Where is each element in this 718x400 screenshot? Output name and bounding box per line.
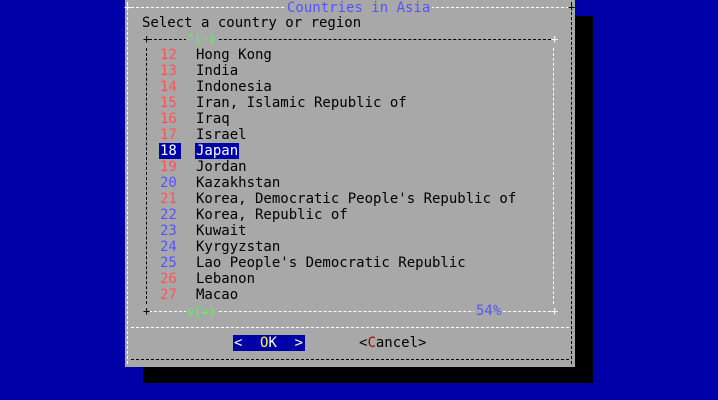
list-item-label: Lebanon [196,271,256,287]
list-item-number: 25 [160,255,177,271]
listbox-corner-tr: + [551,32,559,46]
cancel-button-hotkey: C [367,335,376,351]
listbox-corner-tl: + [143,32,151,46]
list-item-label: Korea, Democratic People's Republic of [196,191,517,207]
list-item-number: 19 [160,159,177,175]
listbox-left-border [146,48,147,304]
list-item-label: India [196,63,239,79]
dialog-right-border [571,2,572,364]
list-item[interactable]: 16 Iraq [160,111,550,127]
list-item-number: 22 [160,207,177,223]
list-item-number: 27 [160,287,177,303]
list-item[interactable]: 25 Lao People's Democratic Republic [160,255,550,271]
list-item-number: 13 [160,63,177,79]
list-item-selected[interactable]: 18 Japan [159,143,550,159]
ok-button-label: OK [260,335,277,351]
list-item[interactable]: 21 Korea, Democratic People's Republic of [160,191,550,207]
list-item-label: Iraq [196,111,230,127]
list-item-number: 21 [160,191,177,207]
scroll-down-indicator[interactable]: v(+) [186,304,217,320]
listbox-corner-br: + [551,304,559,318]
list-item-label: Korea, Republic of [196,207,348,223]
list-item[interactable]: 20 Kazakhstan [160,175,550,191]
scroll-up-indicator[interactable]: ^(-) [186,31,217,47]
cancel-button-label-rest: ancel [375,335,419,351]
list-item[interactable]: 15 Iran, Islamic Republic of [160,95,550,111]
list-item-label: Lao People's Democratic Republic [196,255,466,271]
list-item-label: Japan [195,143,240,159]
list-item[interactable]: 12 Hong Kong [160,47,550,63]
list-item-number: 24 [160,239,177,255]
list-item-label: Macao [196,287,239,303]
list-item-number: 20 [160,175,177,191]
dialog-bottom-border [131,359,569,360]
list-item[interactable]: 26 Lebanon [160,271,550,287]
dialog-prompt: Select a country or region [142,15,362,31]
list-item-number: 16 [160,111,177,127]
list-item[interactable]: 17 Israel [160,127,550,143]
list-item[interactable]: 23 Kuwait [160,223,550,239]
list-item-label: Jordan [196,159,247,175]
cancel-button[interactable]: <Cancel> [359,335,426,351]
ok-button[interactable]: < OK > [233,335,305,351]
list-item[interactable]: 27 Macao [160,287,550,303]
list-item[interactable]: 19 Jordan [160,159,550,175]
scroll-percent: 54% [474,303,504,319]
country-dialog: + + Countries in Asia Select a country o… [124,0,576,367]
list-item[interactable]: 24 Kyrgyzstan [160,239,550,255]
list-item-number: 18 [159,143,181,159]
dialog-corner-tr: + [568,0,576,14]
list-item[interactable]: 13 India [160,63,550,79]
list-item-number: 14 [160,79,177,95]
list-item-number: 26 [160,271,177,287]
ok-button-right-bracket: > [294,335,303,351]
dialog-corner-tl: + [124,0,132,14]
list-item-label: Kuwait [196,223,247,239]
list-item-label: Kyrgyzstan [196,239,281,255]
dialog-title: Countries in Asia [285,0,433,16]
listbox-right-border[interactable] [553,48,554,304]
list-item-label: Kazakhstan [196,175,281,191]
list-item-label: Iran, Islamic Republic of [196,95,407,111]
ok-button-left-bracket: < [234,335,243,351]
list-item-number: 12 [160,47,177,63]
list-item-label: Israel [196,127,247,143]
dialog-left-border [127,2,128,364]
ok-button-label-rest: K [268,335,277,351]
list-item-label: Hong Kong [196,47,272,63]
listbox-corner-bl: + [143,304,151,318]
list-item[interactable]: 14 Indonesia [160,79,550,95]
cancel-button-right-bracket: > [418,335,427,351]
button-separator [131,327,569,328]
list-item-number: 23 [160,223,177,239]
list-item-number: 17 [160,127,177,143]
list-item-number: 15 [160,95,177,111]
list-item-label: Indonesia [196,79,272,95]
list-item[interactable]: 22 Korea, Republic of [160,207,550,223]
